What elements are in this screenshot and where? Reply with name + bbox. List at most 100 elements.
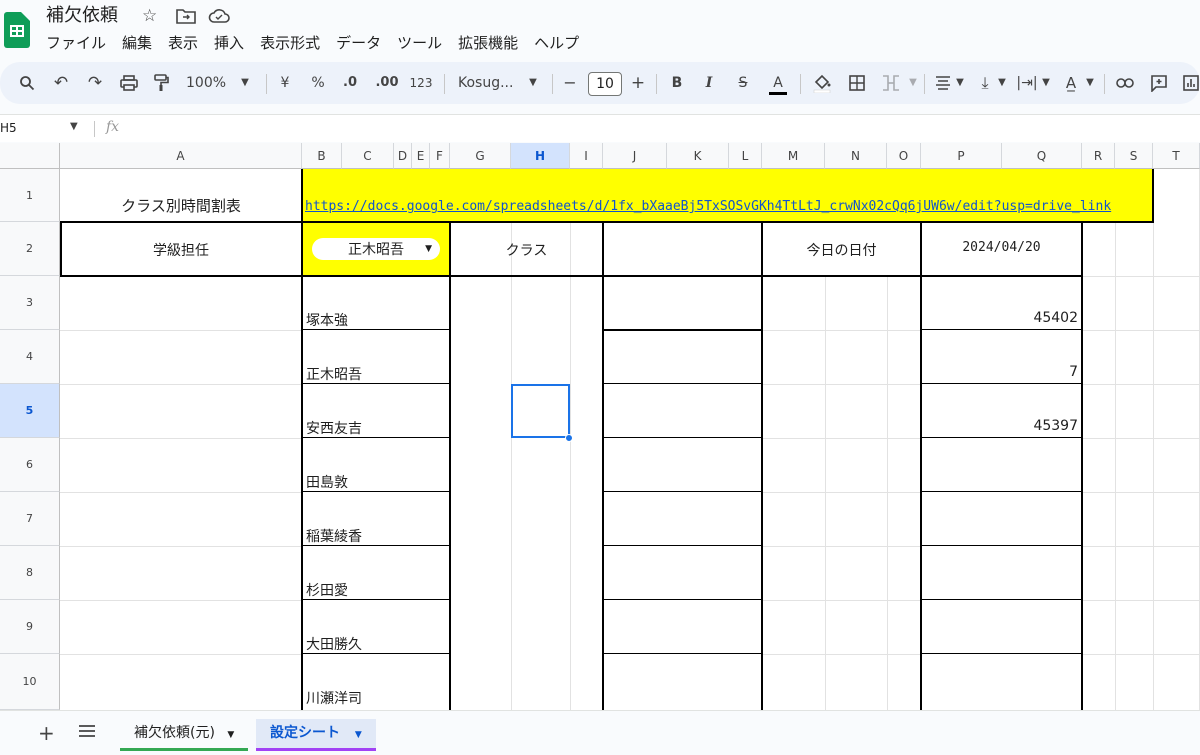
merge-chevron-down-icon[interactable]: ▼	[906, 62, 920, 104]
selected-cell-h5[interactable]	[511, 384, 570, 438]
cell-m2[interactable]: 今日の日付	[762, 240, 921, 260]
row-header-7[interactable]: 7	[0, 492, 60, 546]
text-wrapping-icon[interactable]: |⇥|	[1016, 62, 1038, 104]
column-header-j[interactable]: J	[603, 143, 667, 169]
menu-extensions[interactable]: 拡張機能	[458, 32, 526, 54]
column-header-d[interactable]: D	[394, 143, 412, 169]
column-header-c[interactable]: C	[342, 143, 394, 169]
increase-font-size-button[interactable]: +	[630, 62, 646, 104]
font-family-select[interactable]: Kosug...	[458, 62, 518, 104]
horizontal-align-icon[interactable]	[932, 62, 954, 104]
sheet-tab-1-chevron-down-icon[interactable]: ▼	[227, 730, 234, 740]
column-header-m[interactable]: M	[762, 143, 825, 169]
bold-button[interactable]: B	[668, 62, 686, 104]
italic-button[interactable]: I	[700, 62, 718, 104]
sheet-tab-2-active[interactable]: 設定シート ▼	[256, 719, 376, 751]
sheet-tab-1[interactable]: 補欠依頼(元) ▼	[120, 719, 249, 751]
cell-a2[interactable]: 学級担任	[60, 240, 302, 260]
wrap-chevron-down-icon[interactable]: ▼	[1040, 62, 1052, 104]
decrease-font-size-button[interactable]: −	[562, 62, 578, 104]
formula-input[interactable]	[132, 117, 1192, 141]
merge-cells-icon[interactable]	[880, 62, 902, 104]
cell-b1-link[interactable]: https://docs.google.com/spreadsheets/d/1…	[305, 199, 1150, 214]
column-header-i[interactable]: I	[570, 143, 603, 169]
row-header-10[interactable]: 10	[0, 654, 60, 710]
row-header-4[interactable]: 4	[0, 330, 60, 384]
cell-p2[interactable]: 2024/04/20	[921, 240, 1082, 255]
select-all-corner[interactable]	[0, 143, 60, 169]
cell-q5[interactable]: 45397	[921, 418, 1078, 434]
column-header-s[interactable]: S	[1115, 143, 1153, 169]
paint-format-icon[interactable]	[150, 62, 172, 104]
column-header-k[interactable]: K	[667, 143, 729, 169]
font-chevron-down-icon[interactable]: ▼	[526, 62, 540, 104]
cell-a1[interactable]: クラス別時間割表	[60, 195, 302, 216]
column-header-t[interactable]: T	[1153, 143, 1200, 169]
borders-icon[interactable]	[846, 62, 868, 104]
cell-g2[interactable]: クラス	[450, 240, 603, 260]
halign-chevron-down-icon[interactable]: ▼	[954, 62, 966, 104]
sheets-logo-icon[interactable]	[4, 12, 30, 48]
row-header-2[interactable]: 2	[0, 222, 60, 276]
row-header-9[interactable]: 9	[0, 600, 60, 654]
fill-handle[interactable]	[565, 434, 573, 442]
insert-chart-icon[interactable]	[1180, 62, 1200, 104]
column-header-h[interactable]: H	[511, 143, 570, 169]
menu-format[interactable]: 表示形式	[260, 32, 328, 54]
vertical-align-icon[interactable]: ⤓	[974, 62, 996, 104]
menu-insert[interactable]: 挿入	[214, 32, 252, 54]
menu-view[interactable]: 表示	[168, 32, 206, 54]
cell-b9[interactable]: 大田勝久	[306, 634, 362, 654]
zoom-chevron-down-icon[interactable]: ▼	[238, 62, 252, 104]
name-box-chevron-down-icon[interactable]: ▼	[70, 121, 78, 132]
row-header-8[interactable]: 8	[0, 546, 60, 600]
column-header-e[interactable]: E	[412, 143, 430, 169]
cell-b7[interactable]: 稲葉綾香	[306, 526, 362, 546]
cloud-status-icon[interactable]	[208, 8, 230, 29]
all-sheets-icon[interactable]	[78, 723, 96, 742]
row-header-1[interactable]: 1	[0, 169, 60, 222]
column-header-f[interactable]: F	[430, 143, 450, 169]
text-rotation-icon[interactable]: A̲	[1060, 62, 1082, 104]
more-formats-button[interactable]: 123	[408, 62, 434, 104]
rotate-chevron-down-icon[interactable]: ▼	[1084, 62, 1096, 104]
column-header-n[interactable]: N	[825, 143, 887, 169]
cell-b6[interactable]: 田島敦	[306, 472, 348, 492]
column-header-g[interactable]: G	[450, 143, 511, 169]
zoom-select[interactable]: 100%	[186, 62, 230, 104]
cell-q3[interactable]: 45402	[921, 310, 1078, 326]
fill-color-icon[interactable]	[810, 62, 834, 104]
menu-data[interactable]: データ	[336, 32, 389, 54]
name-box[interactable]: H5	[0, 121, 17, 135]
column-header-q[interactable]: Q	[1002, 143, 1082, 169]
menu-file[interactable]: ファイル	[46, 32, 114, 54]
text-color-button[interactable]: A	[766, 62, 790, 104]
move-folder-icon[interactable]	[176, 8, 196, 29]
percent-format-button[interactable]: %	[308, 62, 328, 104]
print-icon[interactable]	[118, 62, 140, 104]
column-header-p[interactable]: P	[921, 143, 1002, 169]
font-size-input[interactable]: 10	[588, 72, 622, 96]
insert-comment-icon[interactable]	[1148, 62, 1170, 104]
cell-b3[interactable]: 塚本強	[306, 310, 348, 330]
menu-help[interactable]: ヘルプ	[534, 32, 587, 54]
column-header-a[interactable]: A	[60, 143, 302, 169]
menu-tools[interactable]: ツール	[397, 32, 450, 54]
increase-decimal-button[interactable]: .00	[374, 62, 400, 104]
column-header-b[interactable]: B	[302, 143, 342, 169]
cell-b2-dropdown-chip[interactable]: 正木昭吾 ▼	[312, 238, 440, 260]
row-header-6[interactable]: 6	[0, 438, 60, 492]
redo-icon[interactable]: ↷	[84, 62, 106, 104]
sheet-tab-2-chevron-down-icon[interactable]: ▼	[355, 730, 362, 740]
cell-b10[interactable]: 川瀬洋司	[306, 688, 362, 708]
add-sheet-icon[interactable]: +	[38, 721, 55, 745]
strikethrough-button[interactable]: S	[734, 62, 752, 104]
search-menus-icon[interactable]	[16, 62, 38, 104]
currency-format-button[interactable]: ¥	[278, 62, 292, 104]
star-icon[interactable]: ☆	[142, 6, 157, 26]
row-header-5[interactable]: 5	[0, 384, 60, 438]
cell-q4[interactable]: 7	[921, 364, 1078, 380]
column-header-l[interactable]: L	[729, 143, 762, 169]
valign-chevron-down-icon[interactable]: ▼	[996, 62, 1008, 104]
undo-icon[interactable]: ↶	[50, 62, 72, 104]
